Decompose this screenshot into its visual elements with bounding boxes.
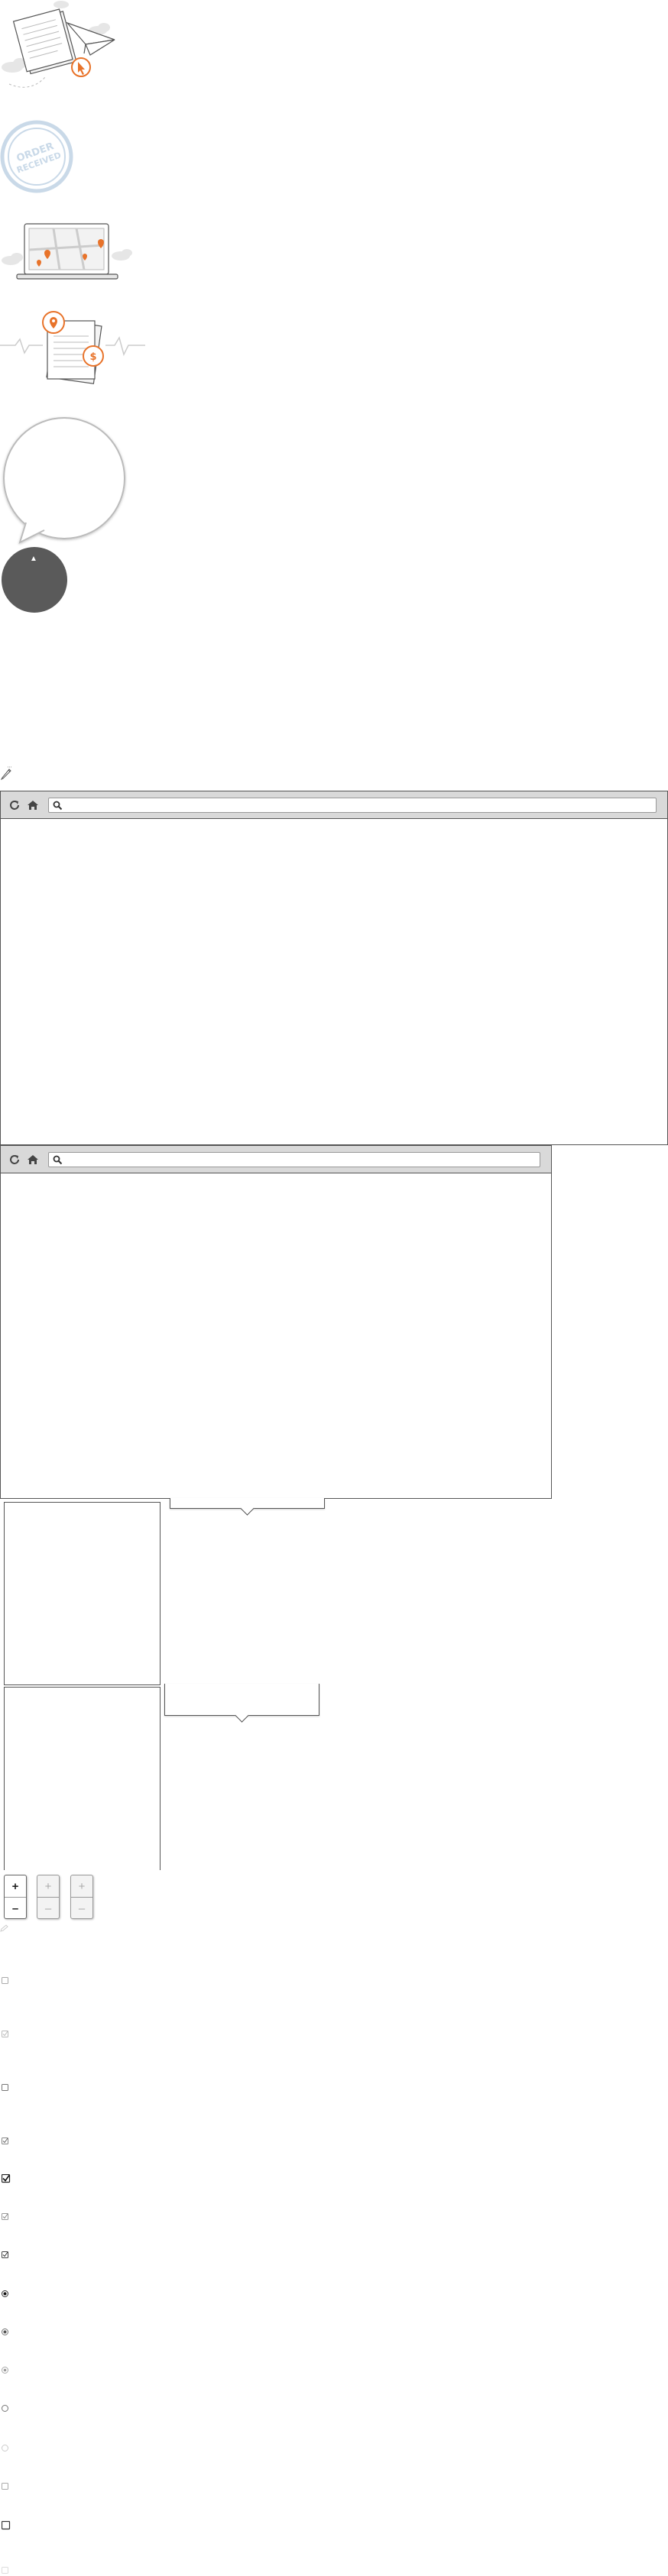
browser-toolbar <box>1 1146 551 1173</box>
browser-window <box>0 791 668 1145</box>
checkbox-checked[interactable] <box>2 2251 11 2260</box>
pencil-icon[interactable] <box>0 1922 9 1936</box>
decrement-button[interactable]: – <box>37 1898 59 1919</box>
laptop-map-illustration <box>0 216 134 285</box>
checkbox-disabled[interactable] <box>2 2483 11 2492</box>
address-bar[interactable] <box>48 798 657 813</box>
increment-button[interactable]: + <box>5 1875 26 1898</box>
order-received-stamp: ORDER RECEIVED <box>0 120 76 196</box>
pencil-icon[interactable] <box>0 766 12 784</box>
dropdown-callout <box>170 1498 325 1516</box>
checkbox[interactable] <box>2 2084 11 2093</box>
increment-button[interactable]: + <box>37 1875 59 1898</box>
search-input[interactable] <box>66 799 653 813</box>
side-panel <box>4 1502 161 1685</box>
reload-icon[interactable] <box>7 1152 22 1167</box>
triangle-up-icon: ▲ <box>30 555 37 563</box>
side-panel <box>4 1687 161 1870</box>
radio-selected[interactable] <box>2 2290 11 2299</box>
checkbox-disabled[interactable] <box>2 2567 11 2576</box>
quantity-stepper-disabled[interactable]: + – <box>37 1875 60 1919</box>
checkbox[interactable] <box>2 1977 11 1986</box>
search-input[interactable] <box>66 1154 537 1167</box>
documents-plane-illustration <box>0 0 122 92</box>
browser-viewport <box>1 819 667 1143</box>
radio[interactable] <box>2 2405 11 2414</box>
radio-selected-disabled[interactable] <box>2 2367 11 2376</box>
speech-bubble <box>0 416 130 545</box>
checkbox-checked-disabled[interactable] <box>2 2031 11 2040</box>
quantity-stepper-disabled[interactable]: + – <box>70 1875 93 1919</box>
address-bar[interactable] <box>48 1152 540 1167</box>
radio-disabled[interactable] <box>2 2445 11 2454</box>
checkbox[interactable] <box>2 2521 11 2530</box>
radio-selected[interactable] <box>2 2328 11 2338</box>
search-icon <box>53 801 63 811</box>
home-icon[interactable] <box>25 1152 41 1167</box>
checkbox-checked[interactable] <box>2 2174 11 2183</box>
increment-button[interactable]: + <box>71 1875 92 1898</box>
documents-pricing-illustration: $ <box>0 306 145 390</box>
checkbox-checked[interactable] <box>2 2137 11 2147</box>
price-badge: $ <box>89 351 96 363</box>
quantity-stepper[interactable]: + – <box>4 1875 27 1919</box>
decrement-button[interactable]: – <box>5 1898 26 1919</box>
dial-knob[interactable]: ▲ <box>2 547 67 613</box>
browser-toolbar <box>1 791 667 819</box>
decrement-button[interactable]: – <box>71 1898 92 1919</box>
browser-window-small <box>0 1145 552 1499</box>
home-icon[interactable] <box>25 798 41 813</box>
search-icon <box>53 1155 63 1165</box>
checkbox-checked[interactable] <box>2 2213 11 2222</box>
browser-viewport <box>1 1173 551 1497</box>
dropdown-callout <box>164 1684 319 1723</box>
reload-icon[interactable] <box>7 798 22 813</box>
